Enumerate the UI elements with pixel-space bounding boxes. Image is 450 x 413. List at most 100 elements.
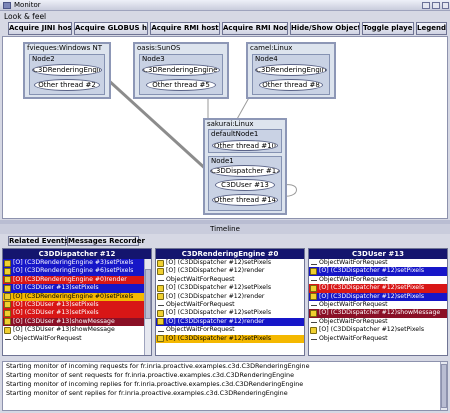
request-icon — [310, 284, 317, 292]
request-icon — [310, 293, 317, 301]
log-line: Starting monitor of incoming requests fo… — [6, 362, 310, 370]
tab-messages-recorder[interactable]: Messages Recorder — [67, 236, 145, 246]
event-text: [O] (C3DDispatcher #12)render — [166, 292, 265, 300]
event-row[interactable]: [O] (C3DDispatcher #12)setPixels — [309, 326, 447, 335]
scrollbar-thumb[interactable] — [441, 364, 447, 408]
request-icon — [4, 301, 11, 309]
host-fvieques[interactable]: fvieques:Windows NT Node2 C3DRenderingEn… — [23, 42, 111, 99]
event-row[interactable]: [O] (C3DUser #13)setPixels — [3, 284, 151, 293]
event-text: ObjectWaitForRequest — [166, 326, 235, 334]
active-object-renderingengine-3[interactable]: C3DRenderingEngine #3 — [142, 64, 220, 76]
wait-icon — [4, 335, 11, 342]
wait-icon — [157, 327, 164, 334]
event-text: [O] (C3DRenderingEngine #0)render — [13, 275, 127, 283]
host-sakurai[interactable]: sakurai:Linux defaultNode1 Other thread … — [203, 118, 287, 215]
event-row[interactable]: [O] (C3DDispatcher #12)setPixels — [156, 334, 304, 343]
host-camel[interactable]: camel:Linux Node4 C3DRenderingEngine #6 … — [246, 42, 336, 99]
event-row[interactable]: [O] (C3DDispatcher #12)setPixels — [309, 292, 447, 301]
active-object-other-thread-14[interactable]: Other thread #14 — [212, 194, 278, 206]
topology-canvas[interactable]: fvieques:Windows NT Node2 C3DRenderingEn… — [2, 36, 448, 219]
legend-button[interactable]: Legend — [416, 22, 447, 35]
node-node3[interactable]: Node3 C3DRenderingEngine #3 Other thread… — [139, 54, 223, 95]
event-row[interactable]: [O] (C3DRenderingEngine #3)setPixels — [3, 259, 151, 268]
request-icon — [157, 335, 164, 343]
node-node1[interactable]: Node1 C3DDispatcher #12 C3DUser #13 Othe… — [208, 156, 282, 211]
event-row[interactable]: [O] (C3DDispatcher #12)setPixels — [156, 259, 304, 268]
acquire-globus-host-button[interactable]: Acquire GLOBUS host — [74, 22, 148, 35]
request-icon — [157, 259, 164, 267]
app-icon — [3, 2, 11, 9]
event-row[interactable]: ObjectWaitForRequest — [3, 334, 151, 343]
event-row[interactable]: [O] (C3DDispatcher #12)setPixels — [156, 309, 304, 318]
active-object-renderingengine-0[interactable]: C3DRenderingEngine #0 — [32, 64, 102, 76]
event-row[interactable]: ObjectWaitForRequest — [309, 317, 447, 327]
active-object-c3duser-13[interactable]: C3DUser #13 — [215, 179, 275, 191]
vertical-scrollbar[interactable] — [440, 362, 447, 410]
event-text: [O] (C3DDispatcher #12)setPixels — [166, 259, 272, 266]
close-icon[interactable] — [442, 2, 449, 9]
acquire-rmi-node-button[interactable]: Acquire RMI Node — [222, 22, 288, 35]
active-object-other-thread-5[interactable]: Other thread #5 — [146, 79, 216, 91]
timeline-label: Timeline — [0, 224, 450, 234]
event-row[interactable]: [O] (C3DRenderingEngine #0)render — [3, 275, 151, 285]
event-row[interactable]: ObjectWaitForRequest — [309, 300, 447, 310]
event-row[interactable]: ObjectWaitForRequest — [309, 275, 447, 285]
hide-show-objects-button[interactable]: Hide/Show Objects — [290, 22, 360, 35]
scrollbar-thumb[interactable] — [145, 269, 151, 319]
event-row[interactable]: ObjectWaitForRequest — [309, 259, 447, 268]
event-text: [O] (C3DRenderingEngine #0)setPixels — [13, 292, 134, 300]
request-icon — [157, 318, 164, 326]
request-icon — [310, 326, 317, 334]
event-row[interactable]: [O] (C3DUser #13)showMessage — [3, 326, 151, 335]
event-row[interactable]: [O] (C3DDispatcher #12)setPixels — [309, 267, 447, 276]
menu-look-and-feel[interactable]: Look & feel — [4, 12, 46, 21]
active-object-renderingengine-6[interactable]: C3DRenderingEngine #6 — [255, 64, 327, 76]
event-text: [O] (C3DUser #13)setPixels — [13, 309, 99, 317]
event-row[interactable]: ObjectWaitForRequest — [156, 300, 304, 310]
event-row[interactable]: [O] (C3DDispatcher #12)setPixels — [309, 284, 447, 293]
event-list: ObjectWaitForRequest [O] (C3DDispatcher #… — [309, 259, 447, 343]
node-title: Node4 — [255, 55, 278, 63]
tab-related-events[interactable]: Related Events — [8, 236, 68, 246]
node-node4[interactable]: Node4 C3DRenderingEngine #6 Other thread… — [252, 54, 330, 95]
vertical-scrollbar[interactable] — [144, 259, 151, 355]
active-object-other-thread-10[interactable]: Other thread #10 — [212, 140, 278, 151]
node-defaultnode1[interactable]: defaultNode1 Other thread #10 — [208, 129, 282, 153]
event-text: [O] (C3DDispatcher #12)setPixels — [166, 309, 272, 317]
wait-icon — [310, 260, 317, 267]
event-row[interactable]: [O] (C3DDispatcher #12)showMessage — [309, 309, 447, 318]
event-row[interactable]: ObjectWaitForRequest — [309, 334, 447, 343]
active-object-other-thread-2[interactable]: Other thread #2 — [34, 79, 100, 91]
event-row[interactable]: ObjectWaitForRequest — [156, 275, 304, 285]
event-text: ObjectWaitForRequest — [319, 300, 388, 308]
acquire-rmi-host-button[interactable]: Acquire RMI host — [150, 22, 220, 35]
event-row[interactable]: [O] (C3DUser #13)showMessage — [3, 317, 151, 327]
acquire-jini-host-button[interactable]: Acquire JINI host — [8, 22, 72, 35]
host-oasis[interactable]: oasis:SunOS Node3 C3DRenderingEngine #3 … — [133, 42, 229, 99]
active-object-dispatcher-12[interactable]: C3DDispatcher #12 — [210, 165, 280, 177]
active-object-other-thread-8[interactable]: Other thread #8 — [259, 79, 323, 91]
minimize-icon[interactable] — [422, 2, 430, 9]
event-row[interactable]: [O] (C3DDispatcher #12)render — [156, 292, 304, 301]
event-row[interactable]: [O] (C3DUser #13)setPixels — [3, 309, 151, 318]
event-row[interactable]: [O] (C3DDispatcher #12)render — [156, 317, 304, 327]
node-node2[interactable]: Node2 C3DRenderingEngine #0 Other thread… — [29, 54, 105, 95]
event-text: [O] (C3DDispatcher #12)setPixels — [319, 326, 425, 334]
event-row[interactable]: [O] (C3DRenderingEngine #6)setPixels — [3, 267, 151, 276]
event-text: [O] (C3DDispatcher #12)setPixels — [166, 334, 272, 342]
event-row[interactable]: [O] (C3DDispatcher #12)setPixels — [156, 284, 304, 293]
request-icon — [4, 318, 11, 326]
host-title: sakurai:Linux — [207, 120, 254, 128]
panel-title: C3DDispatcher #12 — [3, 249, 151, 259]
event-text: ObjectWaitForRequest — [166, 300, 235, 308]
event-row[interactable]: [O] (C3DDispatcher #12)render — [156, 267, 304, 276]
request-icon — [157, 309, 164, 317]
request-icon — [4, 259, 11, 267]
toggle-player-button[interactable]: Toggle player — [362, 22, 414, 35]
maximize-icon[interactable] — [432, 2, 440, 9]
event-text: [O] (C3DDispatcher #12)render — [166, 267, 265, 275]
event-row[interactable]: [O] (C3DUser #13)setPixels — [3, 300, 151, 310]
event-row[interactable]: ObjectWaitForRequest — [156, 326, 304, 335]
event-row[interactable]: [O] (C3DRenderingEngine #0)setPixels — [3, 292, 151, 301]
host-title: camel:Linux — [250, 44, 293, 52]
